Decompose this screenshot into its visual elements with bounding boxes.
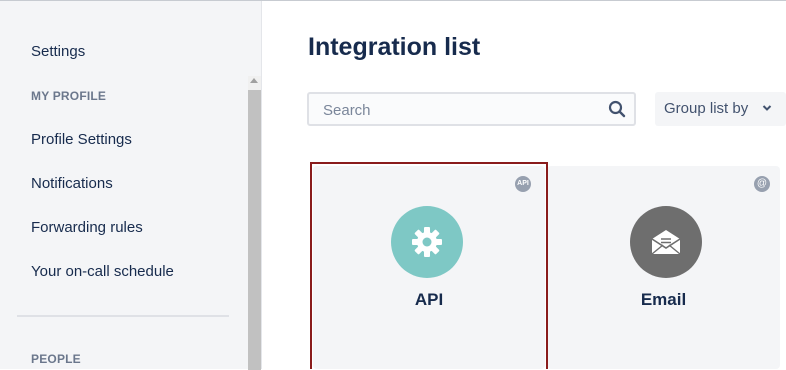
scroll-up-arrow-icon[interactable] (250, 78, 258, 83)
api-card-label: API (414, 290, 444, 309)
search-box[interactable] (307, 92, 636, 126)
sidebar-item-settings[interactable]: Settings (31, 43, 85, 60)
integration-card-api[interactable]: API API (313, 166, 545, 369)
sidebar-item-on-call-schedule[interactable]: Your on-call schedule (31, 263, 174, 280)
api-badge: API (515, 176, 531, 192)
api-icon-circle (391, 206, 463, 278)
sidebar-item-profile-settings[interactable]: Profile Settings (31, 131, 132, 148)
page-title: Integration list (308, 33, 481, 61)
integration-card-email[interactable]: @ Email (547, 166, 780, 369)
chevron-down-icon (762, 105, 772, 111)
email-badge: @ (754, 176, 770, 192)
sidebar-item-forwarding-rules[interactable]: Forwarding rules (31, 219, 143, 236)
gear-icon (412, 227, 442, 257)
sidebar-scrollbar[interactable] (248, 76, 261, 370)
envelope-icon (651, 230, 681, 255)
email-icon-circle (630, 206, 702, 278)
sidebar-heading-my-profile: MY PROFILE (31, 89, 107, 103)
search-icon[interactable] (608, 100, 626, 118)
scrollbar-thumb[interactable] (248, 90, 261, 370)
email-card-label: Email (640, 290, 687, 309)
group-list-by-dropdown[interactable]: Group list by (655, 92, 786, 126)
sidebar: Settings MY PROFILE Profile Settings Not… (0, 1, 262, 370)
sidebar-divider (17, 315, 229, 317)
sidebar-heading-people: PEOPLE (31, 352, 81, 366)
group-list-by-label: Group list by (664, 100, 749, 117)
search-input[interactable] (321, 99, 605, 121)
sidebar-item-notifications[interactable]: Notifications (31, 175, 113, 192)
